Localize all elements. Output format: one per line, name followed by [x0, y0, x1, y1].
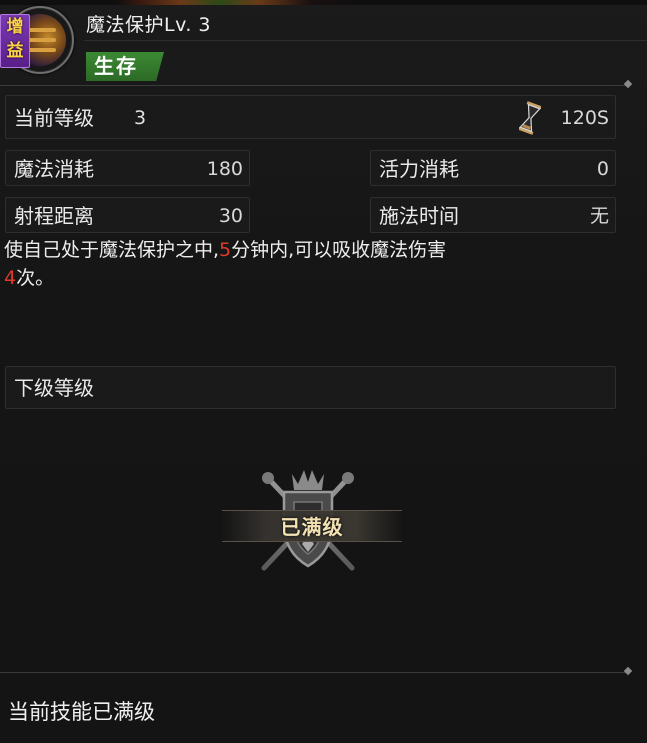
- range-row: 射程距离 30: [5, 197, 250, 233]
- stamina-cost-label: 活力消耗: [379, 157, 459, 181]
- header-divider: [0, 85, 630, 86]
- current-level-row: 当前等级 3 120S: [5, 95, 616, 139]
- divider-end-ornament: [623, 79, 633, 89]
- next-level-label: 下级等级: [14, 376, 94, 400]
- description-text-3: 次。: [16, 267, 55, 289]
- description-text-1: 使自己处于魔法保护之中,: [4, 239, 220, 261]
- range-value: 30: [218, 205, 243, 227]
- stamina-cost-row: 活力消耗 0: [370, 150, 616, 186]
- buff-tag-char-1: 增: [6, 17, 24, 37]
- mana-cost-value: 180: [206, 158, 243, 180]
- buff-tag: 增 益: [0, 14, 30, 68]
- cast-time-label: 施法时间: [379, 204, 459, 228]
- mana-cost-row: 魔法消耗 180: [5, 150, 250, 186]
- max-level-banner: 已满级: [222, 510, 402, 542]
- skill-detail-panel: 增 益 魔法保护Lv. 3 生存 当前等级 3 120S 魔法消耗 180 活力…: [0, 0, 647, 743]
- hourglass-icon: [519, 101, 541, 135]
- top-accent-strip: [0, 0, 647, 5]
- skill-description: 使自己处于魔法保护之中,5分钟内,可以吸收魔法伤害 4次。: [4, 236, 604, 292]
- next-level-row: 下级等级: [5, 366, 616, 409]
- mana-cost-label: 魔法消耗: [14, 157, 94, 181]
- description-count: 4: [4, 267, 17, 289]
- current-level-value: 3: [134, 107, 147, 129]
- description-text-2: 分钟内,可以吸收魔法伤害: [231, 239, 447, 261]
- footer-status: 当前技能已满级: [8, 700, 155, 724]
- cooldown-value: 120S: [560, 107, 609, 129]
- skill-type-badge: 生存: [86, 52, 164, 81]
- title-divider: [84, 40, 647, 41]
- range-label: 射程距离: [14, 204, 94, 228]
- skill-title: 魔法保护Lv. 3: [86, 14, 212, 36]
- current-level-label: 当前等级: [14, 106, 94, 130]
- stamina-cost-value: 0: [596, 158, 609, 180]
- buff-tag-char-2: 益: [6, 41, 24, 61]
- divider-end-ornament: [623, 666, 633, 676]
- footer-divider: [0, 672, 630, 673]
- cast-time-row: 施法时间 无: [370, 197, 616, 233]
- max-level-text: 已满级: [280, 515, 344, 539]
- skill-icon[interactable]: 增 益: [0, 4, 76, 76]
- cast-time-value: 无: [589, 205, 609, 227]
- description-duration: 5: [219, 239, 232, 261]
